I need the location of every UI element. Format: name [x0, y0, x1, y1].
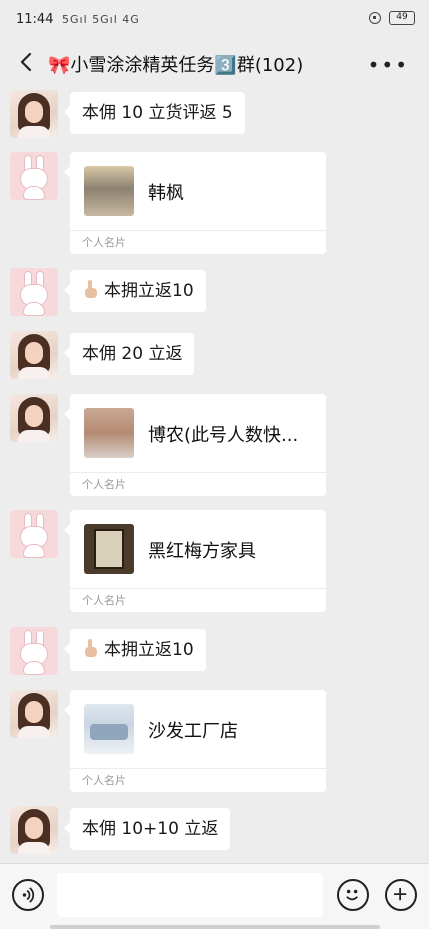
status-time: 11:44: [16, 12, 54, 27]
message-bubble[interactable]: 本拥立返10: [64, 270, 206, 312]
chat-title: 🎀小雪涂涂精英任务3️⃣群(102): [48, 55, 304, 76]
avatar[interactable]: [10, 331, 58, 379]
avatar[interactable]: [10, 510, 58, 558]
message-text: 本拥立返10: [104, 640, 194, 660]
chat-message-list[interactable]: 本佣 10 立货评返 5 韩枫 个人名片 本拥立返10 本佣 20 立返 博农(…: [0, 86, 429, 863]
contact-card-label: 个人名片: [82, 236, 126, 249]
rotation-lock-icon: [369, 12, 381, 24]
signal-indicator: 5Gıl 5Gıl 4G: [62, 13, 140, 26]
contact-card-name: 博农(此号人数快...: [148, 425, 299, 446]
contact-card[interactable]: 黑红梅方家具 个人名片: [64, 510, 326, 612]
contact-card-name: 韩枫: [148, 183, 184, 204]
avatar[interactable]: [10, 152, 58, 200]
divider: [70, 230, 326, 231]
message-bubble[interactable]: 本佣 10+10 立返: [63, 808, 231, 850]
contact-card-photo: [84, 408, 134, 458]
avatar[interactable]: [10, 90, 58, 138]
message-bubble[interactable]: 本拥立返10: [64, 629, 206, 671]
contact-card-label: 个人名片: [82, 478, 126, 491]
chat-header: 🎀小雪涂涂精英任务3️⃣群(102) •••: [0, 40, 429, 86]
avatar[interactable]: [10, 806, 58, 854]
message-input[interactable]: [57, 873, 323, 917]
contact-card-label: 个人名片: [82, 774, 126, 787]
avatar[interactable]: [10, 268, 58, 316]
contact-card-photo: [84, 166, 134, 216]
pointing-finger-icon: [85, 280, 97, 298]
status-bar: 11:44 5Gıl 5Gıl 4G 49: [0, 0, 429, 40]
contact-card-name: 黑红梅方家具: [148, 541, 256, 562]
contact-card[interactable]: 韩枫 个人名片: [64, 152, 326, 254]
message-text: 本佣 10+10 立返: [82, 819, 219, 839]
more-icon[interactable]: •••: [368, 53, 409, 77]
gesture-bar: [50, 925, 380, 929]
divider: [70, 768, 326, 769]
voice-icon[interactable]: [12, 879, 44, 911]
contact-card[interactable]: 博农(此号人数快... 个人名片: [64, 394, 326, 496]
message-text: 本佣 10 立货评返 5: [82, 103, 233, 123]
status-right: 49: [369, 11, 415, 25]
message-bubble[interactable]: 本佣 10 立货评返 5: [64, 92, 245, 134]
contact-card[interactable]: 沙发工厂店 个人名片: [64, 690, 326, 792]
avatar[interactable]: [10, 394, 58, 442]
battery-indicator: 49: [389, 11, 415, 25]
emoji-icon[interactable]: [337, 879, 369, 911]
message-text: 本拥立返10: [104, 281, 194, 301]
message-text: 本佣 20 立返: [82, 344, 183, 364]
divider: [70, 588, 326, 589]
contact-card-label: 个人名片: [82, 594, 126, 607]
contact-card-photo: [84, 524, 134, 574]
divider: [70, 472, 326, 473]
pointing-finger-icon: [85, 639, 97, 657]
avatar[interactable]: [10, 690, 58, 738]
back-icon[interactable]: [16, 51, 38, 73]
avatar[interactable]: [10, 627, 58, 675]
contact-card-photo: [84, 704, 134, 754]
contact-card-name: 沙发工厂店: [148, 721, 238, 742]
message-bubble[interactable]: 本佣 20 立返: [63, 333, 195, 375]
input-bar: [0, 863, 429, 929]
plus-icon[interactable]: [385, 879, 417, 911]
